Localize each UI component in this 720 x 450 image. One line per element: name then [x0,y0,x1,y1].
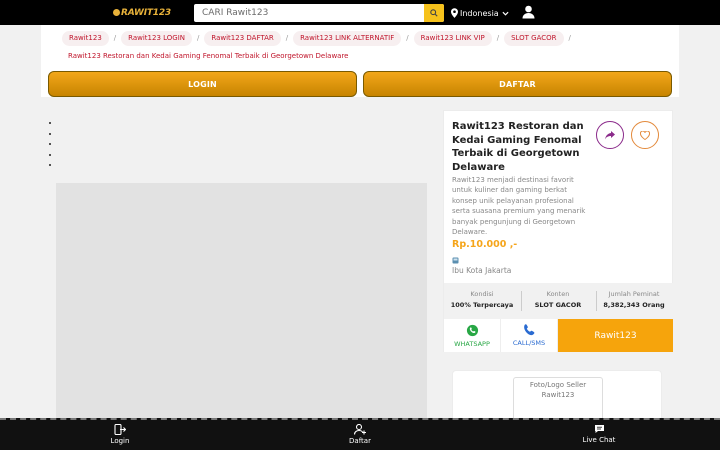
call-sms-label: CALL/SMS [512,339,546,347]
stat-label: Jumlah Peminat [608,290,660,298]
whatsapp-label: WHATSAPP [454,339,490,348]
favorite-button[interactable] [631,121,659,149]
seller-logo-alt: Foto/Logo Seller Rawit123 [529,381,587,399]
page: RAWIT123 Indonesia [0,0,720,450]
stat-label: Kondisi [470,290,494,298]
search-button[interactable] [424,4,444,22]
breadcrumb-item[interactable]: Rawit123 LINK ALTERNATIF [293,30,402,46]
stat-value: SLOT GACOR [534,301,582,309]
search-icon [430,9,438,17]
breadcrumb-separator: / [568,34,571,42]
breadcrumb-item[interactable]: Rawit123 LINK VIP [413,30,492,46]
breadcrumb-separator: / [285,34,289,42]
top-bar: RAWIT123 Indonesia [0,0,720,25]
bottom-nav-live-chat[interactable]: Live Chat [559,424,639,444]
breadcrumb-item[interactable]: Rawit123 DAFTAR [204,30,281,46]
breadcrumb-separator: / [496,34,500,42]
chat-icon [594,425,604,433]
user-icon[interactable] [522,5,535,19]
product-title: Rawit123 Restoran dan Kedai Gaming Fenom… [452,121,584,173]
rawit-cta-button[interactable]: Rawit123 [558,319,673,352]
contact-actions: WHATSAPP CALL/SMS Rawit123 [444,319,673,352]
user-add-icon [353,424,366,435]
phone-icon [524,324,535,336]
chevron-down-icon [502,11,509,16]
stat-label: Konten [546,290,570,298]
product-location: Ibu Kota Jakarta [452,266,512,275]
bottom-nav-chat-label: Live Chat [582,436,616,444]
stat-value: 8,382,343 Orang [603,301,665,309]
logo-mark-icon [113,9,120,16]
logo-text: RAWIT123 [120,7,171,18]
product-description: Rawit123 menjadi destinasi favorit untuk… [452,176,586,237]
search-bar [194,4,444,22]
stat-value: 100% Terpercaya [450,301,514,309]
product-price: Rp.10.000 ,- [452,239,518,250]
stat-kondisi: Kondisi 100% Terpercaya [444,290,520,309]
location-pin-icon [451,8,458,18]
bottom-nav-login-label: Login [110,437,130,445]
share-icon [605,130,615,139]
call-sms-button[interactable]: CALL/SMS [501,319,558,352]
breadcrumb-separator: / [113,34,117,42]
breadcrumb-item[interactable]: Rawit123 LOGIN [121,30,193,46]
breadcrumb: Rawit123 / Rawit123 LOGIN / Rawit123 DAF… [62,30,652,66]
product-card: Rawit123 Restoran dan Kedai Gaming Fenom… [443,110,673,352]
bottom-nav: Login Daftar Live Chat [0,418,720,450]
language-selector[interactable]: Indonesia [451,6,511,20]
share-button[interactable] [596,121,624,149]
breadcrumb-item[interactable]: SLOT GACOR [504,30,564,46]
language-label: Indonesia [460,8,499,18]
product-image [56,183,427,423]
breadcrumb-current: Rawit123 Restoran dan Kedai Gaming Fenom… [68,51,349,60]
stat-peminat: Jumlah Peminat 8,382,343 Orang [596,290,672,309]
gallery-indicator [49,122,51,175]
daftar-button[interactable]: DAFTAR [363,71,672,97]
whatsapp-button[interactable]: WHATSAPP [444,319,501,352]
bottom-nav-daftar-label: Daftar [349,437,371,445]
breadcrumb-separator: / [406,34,409,42]
stat-konten: Konten SLOT GACOR [520,290,596,309]
gallery-dot[interactable] [49,143,51,145]
login-button[interactable]: LOGIN [48,71,357,97]
gallery-dot[interactable] [49,132,51,135]
gallery-dot[interactable] [49,153,51,156]
bottom-nav-login[interactable]: Login [80,424,160,445]
bottom-nav-daftar[interactable]: Daftar [320,424,400,445]
whatsapp-icon [466,324,478,336]
breadcrumb-item[interactable]: Rawit123 [62,30,109,46]
gallery-dot[interactable] [49,122,51,124]
breadcrumb-separator: / [197,34,200,42]
product-gallery [48,110,434,423]
building-icon [452,257,459,264]
search-input[interactable] [194,4,422,22]
heart-icon [640,130,650,140]
product-stats: Kondisi 100% Terpercaya Konten SLOT GACO… [444,283,673,319]
login-icon [114,424,126,435]
gallery-dot[interactable] [49,164,51,166]
site-logo[interactable]: RAWIT123 [113,6,171,19]
